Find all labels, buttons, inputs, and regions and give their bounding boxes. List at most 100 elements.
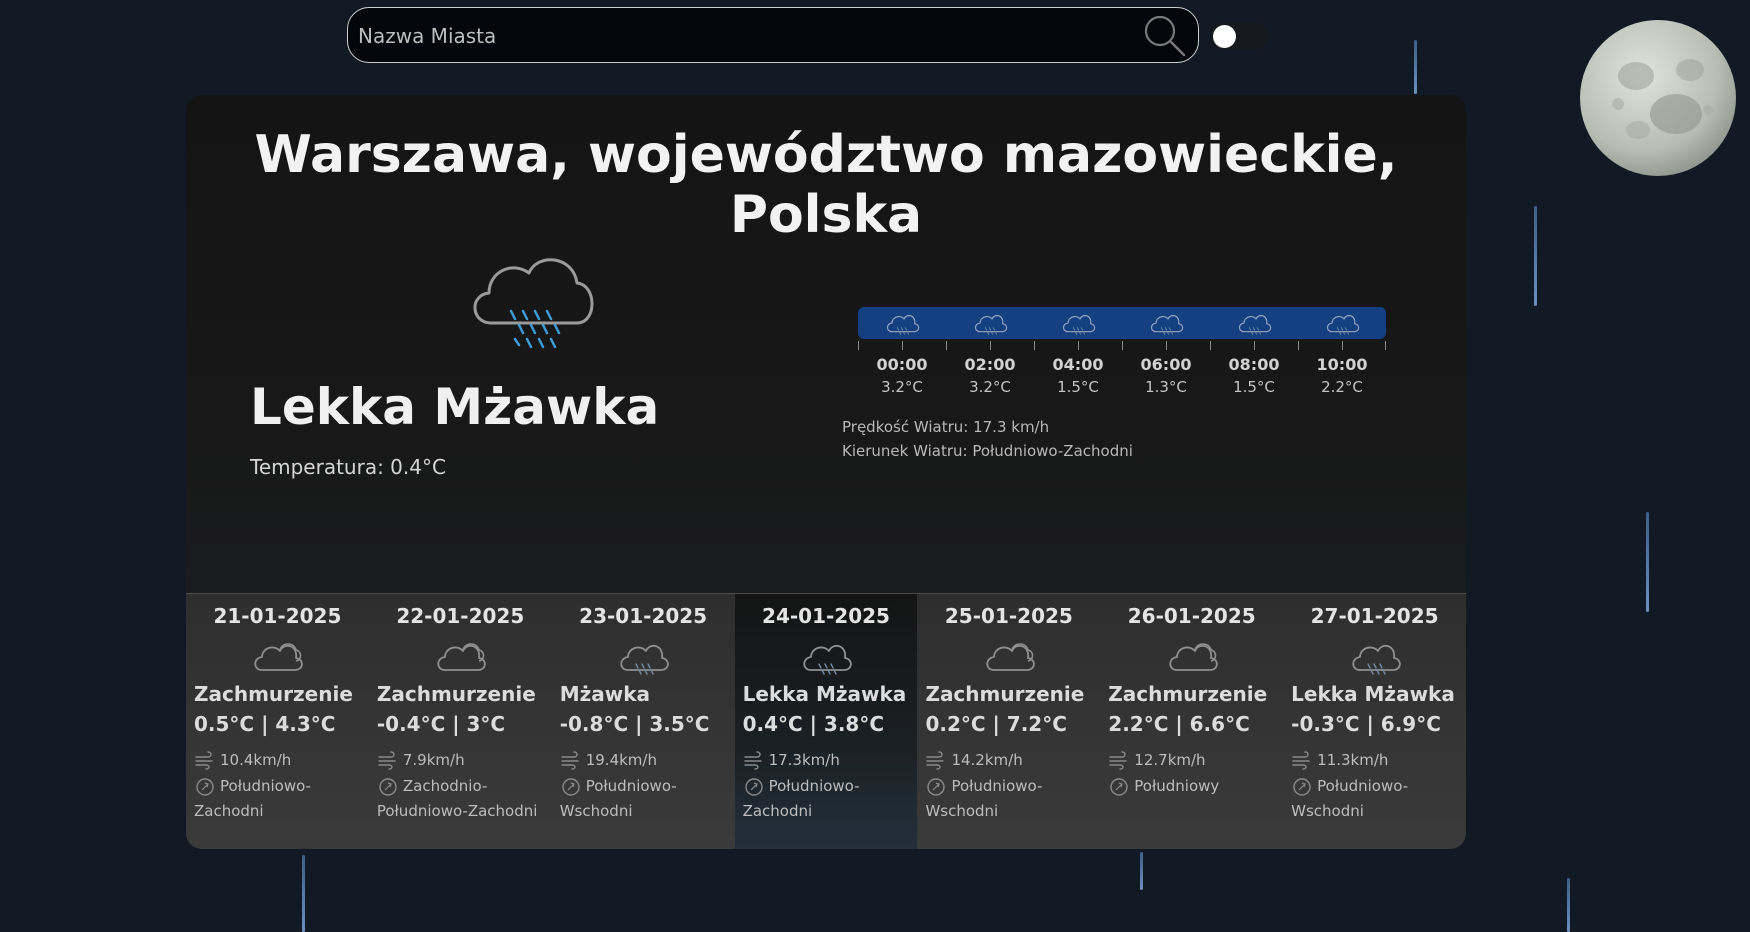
forecast-date: 26-01-2025 <box>1127 604 1256 628</box>
forecast-condition: Lekka Mżawka <box>742 682 907 706</box>
rain-streak <box>1414 40 1417 94</box>
drizzle-icon <box>1150 314 1184 335</box>
hour-time: 04:00 <box>1052 355 1104 374</box>
forecast-condition: Zachmurzenie <box>1108 682 1268 706</box>
partly-cloudy-icon <box>986 643 1035 671</box>
forecast-wind: 19.4km/h <box>560 750 727 770</box>
compass-icon <box>1110 777 1128 796</box>
hour-column: 02:00 3.2°C <box>946 355 1034 396</box>
location-title: Warszawa, województwo mazowieckie, Polsk… <box>254 125 1398 245</box>
forecast-direction: Zachodnio-Południowo-Zachodni <box>377 774 544 824</box>
wind-icon <box>926 751 945 770</box>
hour-icon-slot <box>858 307 946 339</box>
forecast-date: 23-01-2025 <box>579 604 708 628</box>
forecast-day[interactable]: 24-01-2025 Lekka Mżawka 0.4°C | 3.8°C 17.3k… <box>734 594 918 849</box>
wind-icon <box>378 751 396 770</box>
forecast-date: 27-01-2025 <box>1310 604 1439 628</box>
wind-icon <box>1109 751 1127 770</box>
forecast-temps: 0.4°C | 3.8°C <box>742 712 885 736</box>
forecast-condition: Zachmurzenie <box>925 682 1085 706</box>
toggle-knob <box>1213 25 1236 48</box>
timeline-tick <box>946 341 947 350</box>
hour-time: 06:00 <box>1140 355 1192 374</box>
drizzle-icon <box>620 644 669 675</box>
timeline-tick <box>1385 341 1386 350</box>
forecast-direction: Południowo-Zachodni <box>194 774 361 824</box>
forecast-wind: 17.3km/h <box>743 750 910 770</box>
hour-temp: 1.5°C <box>1233 378 1275 396</box>
forecast-direction-text: Zachodnio-Południowo-Zachodni <box>376 777 538 820</box>
rain-streak <box>1534 206 1537 306</box>
forecast-wind: 12.7km/h <box>1108 750 1275 770</box>
timeline-tick <box>902 341 903 350</box>
hour-time: 10:00 <box>1316 355 1368 374</box>
forecast-day[interactable]: 26-01-2025 Zachmurzenie 2.2°C | 6.6°C 12.7k… <box>1100 594 1284 849</box>
timeline-tick <box>858 341 859 350</box>
forecast-wind-speed: 11.3km/h <box>1317 751 1389 769</box>
hour-temp: 1.5°C <box>1057 378 1099 396</box>
hour-temp: 3.2°C <box>969 378 1011 396</box>
forecast-wind: 14.2km/h <box>925 750 1092 770</box>
hour-column: 10:00 2.2°C <box>1298 355 1386 396</box>
forecast-condition: Zachmurzenie <box>376 682 536 706</box>
rain-streak <box>1567 878 1570 932</box>
current-condition: Lekka Mżawka <box>250 378 660 436</box>
forecast-condition: Zachmurzenie <box>194 682 353 706</box>
wind-speed: Prędkość Wiatru: 17.3 km/h <box>842 418 1050 436</box>
rain-streak <box>1140 852 1143 890</box>
drizzle-icon <box>473 258 594 349</box>
compass-icon <box>927 777 946 796</box>
partly-cloudy-icon <box>437 643 487 671</box>
wind-icon <box>1292 751 1310 770</box>
forecast-wind: 10.4km/h <box>194 750 361 770</box>
wind-icon <box>561 751 579 770</box>
rain-streak <box>1646 512 1649 612</box>
compass-icon <box>379 777 397 796</box>
current-temperature: Temperatura: 0.4°C <box>250 455 446 479</box>
forecast-temps: -0.8°C | 3.5°C <box>559 712 710 736</box>
forecast-day[interactable]: 27-01-2025 Lekka Mżawka -0.3°C | 6.9°C 11.3… <box>1283 594 1466 849</box>
drizzle-icon <box>803 644 852 675</box>
search-input[interactable] <box>356 18 1120 54</box>
search-icon[interactable] <box>1143 14 1187 58</box>
forecast-wind-speed: 14.2km/h <box>951 751 1023 769</box>
timeline-tick <box>1342 341 1343 350</box>
forecast-day[interactable]: 22-01-2025 Zachmurzenie -0.4°C | 3°C 7.9km/… <box>368 594 552 849</box>
forecast-day[interactable]: 25-01-2025 Zachmurzenie 0.2°C | 7.2°C 14.2k… <box>917 594 1101 849</box>
timeline-tick <box>1166 341 1167 350</box>
weather-card: Warszawa, województwo mazowieckie, Polsk… <box>186 95 1466 849</box>
forecast-direction: Południowo-Wschodni <box>560 774 727 824</box>
forecast-temps: 2.2°C | 6.6°C <box>1108 712 1250 736</box>
hour-icon-slot <box>946 307 1034 339</box>
drizzle-icon <box>1062 314 1096 335</box>
forecast-condition: Mżawka <box>559 682 651 706</box>
hour-icon-slot <box>1298 307 1386 339</box>
forecast-wind-speed: 7.9km/h <box>402 751 465 769</box>
forecast-date: 25-01-2025 <box>944 604 1073 628</box>
drizzle-icon <box>1351 644 1401 675</box>
theme-toggle[interactable] <box>1210 22 1268 50</box>
timeline-tick <box>1034 341 1035 350</box>
compass-icon <box>196 777 214 796</box>
hour-column: 00:00 3.2°C <box>858 355 946 396</box>
timeline-tick <box>1078 341 1079 350</box>
forecast-wind-speed: 10.4km/h <box>220 751 292 769</box>
forecast-wind-speed: 12.7km/h <box>1134 751 1206 769</box>
wind-info: Prędkość Wiatru: 17.3 km/h Kierunek Wiat… <box>842 415 1133 463</box>
forecast-day[interactable]: 21-01-2025 Zachmurzenie 0.5°C | 4.3°C 10.4k… <box>186 594 369 849</box>
hour-temp: 1.3°C <box>1145 378 1187 396</box>
timeline-tick <box>1210 341 1211 350</box>
daily-forecast: 21-01-2025 Zachmurzenie 0.5°C | 4.3°C 10.4k… <box>186 593 1466 849</box>
forecast-direction: Południowo-Wschodni <box>925 774 1092 824</box>
drizzle-icon <box>974 314 1008 335</box>
forecast-day[interactable]: 23-01-2025 Mżawka -0.8°C | 3.5°C 19.4km/h Po… <box>551 594 735 849</box>
forecast-direction: Południowo-Wschodni <box>1291 774 1458 824</box>
forecast-date: 21-01-2025 <box>213 604 342 628</box>
hourly-timeline: 00:00 3.2°C 02:00 3.2°C 04:00 1.5°C 06:00 1.3°C… <box>858 307 1388 407</box>
moon-icon <box>1580 20 1736 176</box>
forecast-direction-text: Południowy <box>1134 777 1220 795</box>
forecast-wind-speed: 17.3km/h <box>768 751 840 769</box>
partly-cloudy-icon <box>1169 643 1218 671</box>
hour-column: 04:00 1.5°C <box>1034 355 1122 396</box>
rain-streak <box>302 855 305 932</box>
